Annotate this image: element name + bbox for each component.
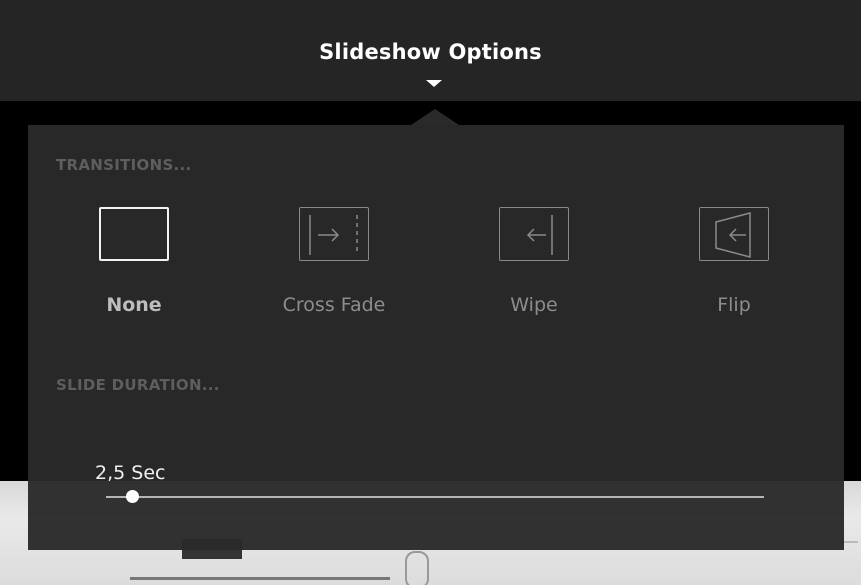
dropdown-caret-icon[interactable]: [426, 80, 442, 87]
transition-option-wipe[interactable]: Wipe: [449, 205, 619, 335]
header-bar: Slideshow Options: [0, 0, 861, 101]
slideshow-options-panel: TRANSITIONS... None Cross Fade Wipe Flip…: [28, 125, 844, 550]
duration-slider-handle[interactable]: [125, 490, 139, 503]
transition-option-flip[interactable]: Flip: [649, 205, 819, 335]
transition-option-none[interactable]: None: [49, 205, 219, 335]
transition-label: None: [106, 294, 162, 316]
cross-fade-icon: [299, 207, 369, 261]
transition-label: Cross Fade: [282, 294, 386, 316]
transition-option-cross-fade[interactable]: Cross Fade: [249, 205, 419, 335]
slide-duration-section-label: SLIDE DURATION...: [56, 376, 220, 394]
duration-value: 2,5 Sec: [95, 462, 166, 484]
transitions-section-label: TRANSITIONS...: [56, 156, 192, 174]
popover-notch: [411, 109, 459, 125]
flip-icon: [699, 207, 769, 261]
wipe-icon: [499, 207, 569, 261]
photo-detail: [405, 551, 429, 585]
photo-detail: [130, 577, 390, 580]
blank-icon: [99, 207, 169, 261]
duration-slider-track[interactable]: [106, 496, 764, 498]
transition-label: Wipe: [510, 294, 558, 316]
transition-label: Flip: [717, 294, 751, 316]
page-title: Slideshow Options: [319, 40, 542, 64]
